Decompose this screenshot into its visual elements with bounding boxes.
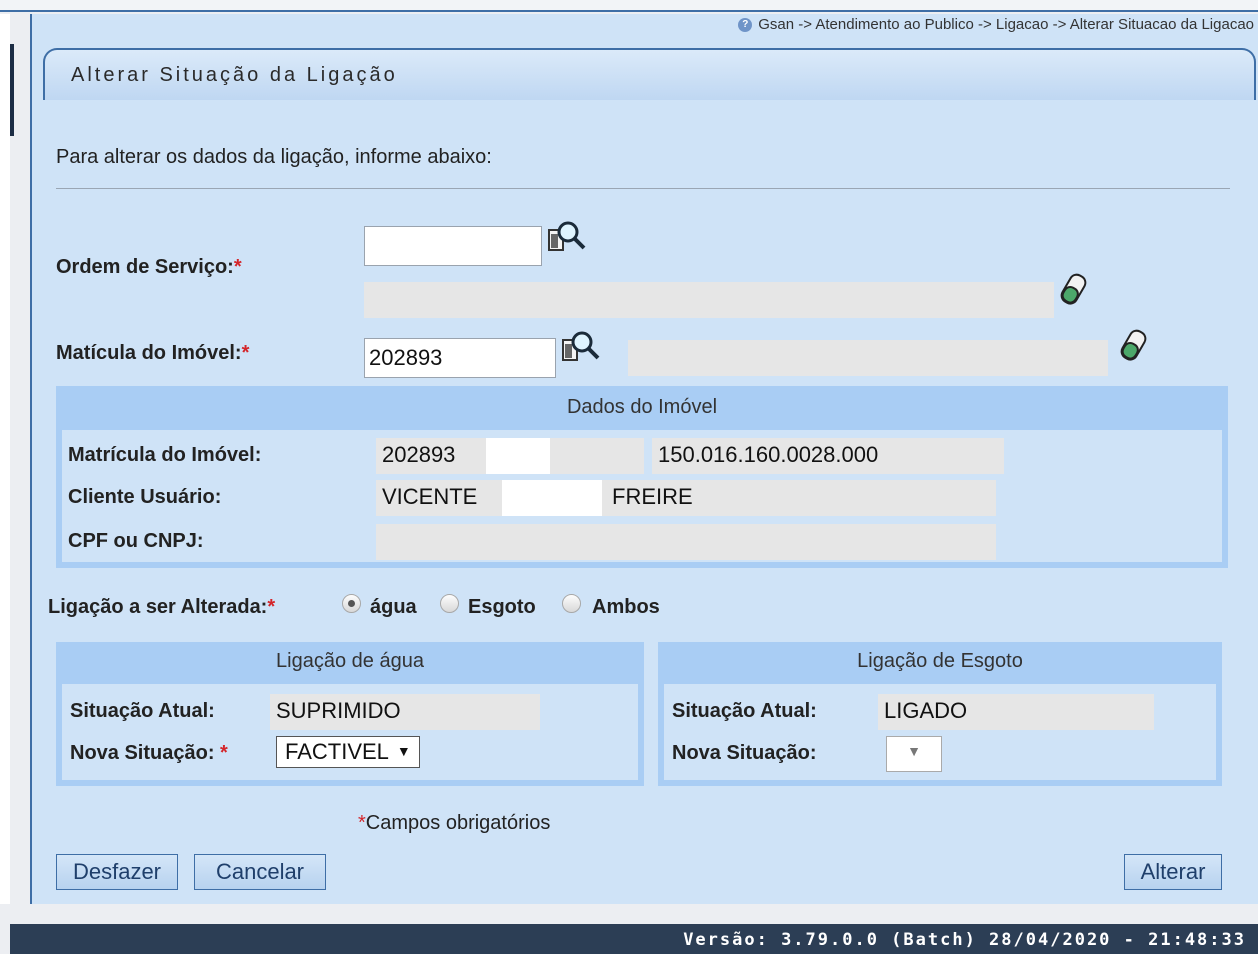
breadcrumb-text: Gsan -> Atendimento ao Publico -> Ligaca…: [758, 16, 1254, 33]
cliente-last-name: FREIRE: [612, 484, 693, 509]
left-frame: [0, 14, 10, 904]
dados-matricula-label: Matrícula do Imóvel:: [68, 444, 262, 466]
radio-ambos[interactable]: [562, 594, 581, 613]
footer: Versão: 3.79.0.0 (Batch) 28/04/2020 - 21…: [10, 924, 1258, 954]
left-frame-bar: [10, 44, 14, 136]
cpf-cnpj-label: CPF ou CNPJ:: [68, 530, 204, 552]
divider: [56, 188, 1230, 189]
agua-situacao-atual-label: Situação Atual:: [70, 700, 215, 722]
redaction-block: [502, 480, 602, 516]
chevron-down-icon: ▼: [907, 743, 921, 759]
ligacao-agua-legend: Ligação de água: [276, 650, 424, 672]
radio-esgoto[interactable]: [440, 594, 459, 613]
esgoto-situacao-atual-label: Situação Atual:: [672, 700, 817, 722]
cancelar-button[interactable]: Cancelar: [194, 854, 326, 890]
intro-text: Para alterar os dados da ligação, inform…: [56, 146, 492, 168]
eraser-icon[interactable]: [1058, 270, 1088, 310]
dados-matricula-value: 202893: [382, 442, 456, 467]
footer-gap: [10, 904, 1258, 924]
ligacao-esgoto-body: Situação Atual: LIGADO Nova Situação: ▼: [664, 684, 1216, 780]
required-mark: *: [220, 742, 228, 764]
radio-esgoto-label[interactable]: Esgoto: [468, 596, 536, 619]
required-mark: *: [358, 812, 366, 834]
esgoto-nova-situacao-label: Nova Situação:: [672, 742, 817, 764]
ordem-servico-label: Ordem de Serviço:*: [56, 256, 242, 279]
radio-agua[interactable]: [342, 594, 361, 613]
page-title: Alterar Situação da Ligação: [71, 64, 398, 86]
cliente-usuario-box: VICENTE FREIRE: [376, 480, 996, 516]
matricula-label-text: Matícula do Imóvel:: [56, 342, 242, 364]
agua-situacao-atual-value: SUPRIMIDO: [276, 698, 401, 723]
ligacao-agua-body: Situação Atual: SUPRIMIDO Nova Situação:…: [62, 684, 638, 780]
matricula-label: Matícula do Imóvel:*: [56, 342, 249, 365]
required-mark: *: [267, 596, 276, 618]
ligacao-alterada-label: Ligação a ser Alterada:*: [48, 596, 275, 619]
cpf-cnpj-box: [376, 524, 996, 560]
radio-agua-label[interactable]: água: [370, 596, 417, 619]
search-icon[interactable]: [560, 330, 602, 368]
dados-imovel-legend: Dados do Imóvel: [566, 396, 718, 418]
version-text: Versão: 3.79.0.0 (Batch) 28/04/2020 - 21…: [683, 930, 1246, 950]
dados-imovel-body: Matrícula do Imóvel: 202893 150.016.160.…: [62, 430, 1222, 562]
ordem-servico-description: [364, 282, 1054, 318]
breadcrumb: ? Gsan -> Atendimento ao Publico -> Liga…: [738, 16, 1254, 33]
esgoto-nova-situacao-select[interactable]: ▼: [886, 736, 942, 772]
matricula-input[interactable]: [364, 338, 556, 378]
page-title-bar: Alterar Situação da Ligação: [43, 48, 1256, 100]
help-icon[interactable]: ?: [738, 17, 753, 32]
agua-nova-situacao-value: FACTIVEL: [285, 739, 389, 764]
required-mark: *: [241, 342, 250, 364]
main-panel: ? Gsan -> Atendimento ao Publico -> Liga…: [30, 14, 1258, 904]
ligacao-esgoto-legend: Ligação de Esgoto: [857, 650, 1023, 672]
dados-imovel-fieldset: Dados do Imóvel Matrícula do Imóvel: 202…: [56, 386, 1228, 568]
agua-nova-situacao-label-text: Nova Situação:: [70, 742, 215, 764]
radio-ambos-label[interactable]: Ambos: [592, 596, 660, 619]
chevron-down-icon: ▼: [396, 743, 411, 759]
esgoto-situacao-atual-value: LIGADO: [884, 698, 968, 723]
required-note-text: Campos obrigatórios: [365, 812, 551, 834]
cliente-usuario-label: Cliente Usuário:: [68, 486, 222, 508]
required-note: *Campos obrigatórios: [358, 812, 550, 835]
ligacao-esgoto-fieldset: Ligação de Esgoto Situação Atual: LIGADO…: [658, 642, 1222, 786]
alterar-button[interactable]: Alterar: [1124, 854, 1222, 890]
agua-nova-situacao-label: Nova Situação: *: [70, 742, 228, 765]
dados-inscricao-box: 150.016.160.0028.000: [652, 438, 1004, 474]
cliente-first-name: VICENTE: [382, 484, 478, 509]
ordem-servico-label-text: Ordem de Serviço:: [56, 256, 234, 278]
esgoto-situacao-atual-box: LIGADO: [878, 694, 1154, 730]
redaction-block: [486, 438, 550, 474]
ligacao-agua-fieldset: Ligação de água Situação Atual: SUPRIMID…: [56, 642, 644, 786]
eraser-icon[interactable]: [1118, 326, 1148, 366]
search-icon[interactable]: [546, 220, 588, 258]
required-mark: *: [233, 256, 242, 278]
matricula-description: [628, 340, 1108, 376]
agua-nova-situacao-select[interactable]: FACTIVEL ▼: [276, 736, 420, 768]
ligacao-alterada-label-text: Ligação a ser Alterada:: [48, 596, 268, 618]
ordem-servico-input[interactable]: [364, 226, 542, 266]
desfazer-button[interactable]: Desfazer: [56, 854, 178, 890]
top-strip: [0, 0, 1258, 12]
dados-inscricao-value: 150.016.160.0028.000: [658, 442, 879, 467]
agua-situacao-atual-box: SUPRIMIDO: [270, 694, 540, 730]
